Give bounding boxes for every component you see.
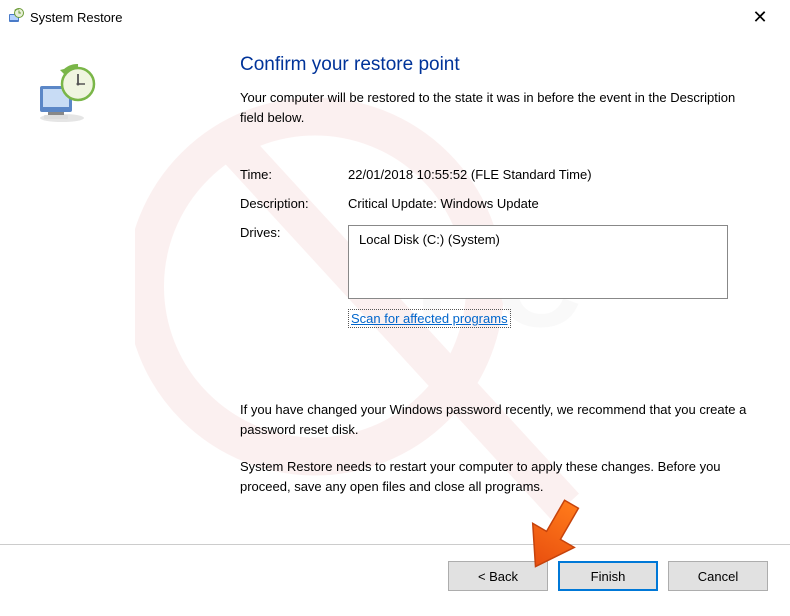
time-value: 22/01/2018 10:55:52 (FLE Standard Time) bbox=[348, 167, 760, 182]
window-title: System Restore bbox=[30, 10, 122, 25]
titlebar: System Restore ✕ bbox=[0, 0, 790, 34]
description-label: Description: bbox=[240, 196, 348, 211]
cancel-button[interactable]: Cancel bbox=[668, 561, 768, 591]
password-note: If you have changed your Windows passwor… bbox=[240, 400, 760, 439]
restore-icon-large bbox=[34, 114, 98, 129]
restart-note: System Restore needs to restart your com… bbox=[240, 457, 760, 496]
drives-listbox[interactable]: Local Disk (C:) (System) bbox=[348, 225, 728, 299]
time-label: Time: bbox=[240, 167, 348, 182]
button-footer: < Back Finish Cancel bbox=[0, 544, 790, 607]
page-subheading: Your computer will be restored to the st… bbox=[240, 88, 760, 127]
page-heading: Confirm your restore point bbox=[240, 54, 760, 76]
back-button[interactable]: < Back bbox=[448, 561, 548, 591]
drives-label: Drives: bbox=[240, 225, 348, 299]
description-value: Critical Update: Windows Update bbox=[348, 196, 760, 211]
scan-affected-programs-link[interactable]: Scan for affected programs bbox=[348, 309, 511, 328]
finish-button[interactable]: Finish bbox=[558, 561, 658, 591]
restore-icon-small bbox=[8, 8, 24, 27]
drives-value: Local Disk (C:) (System) bbox=[359, 232, 500, 247]
close-button[interactable]: ✕ bbox=[740, 8, 780, 26]
